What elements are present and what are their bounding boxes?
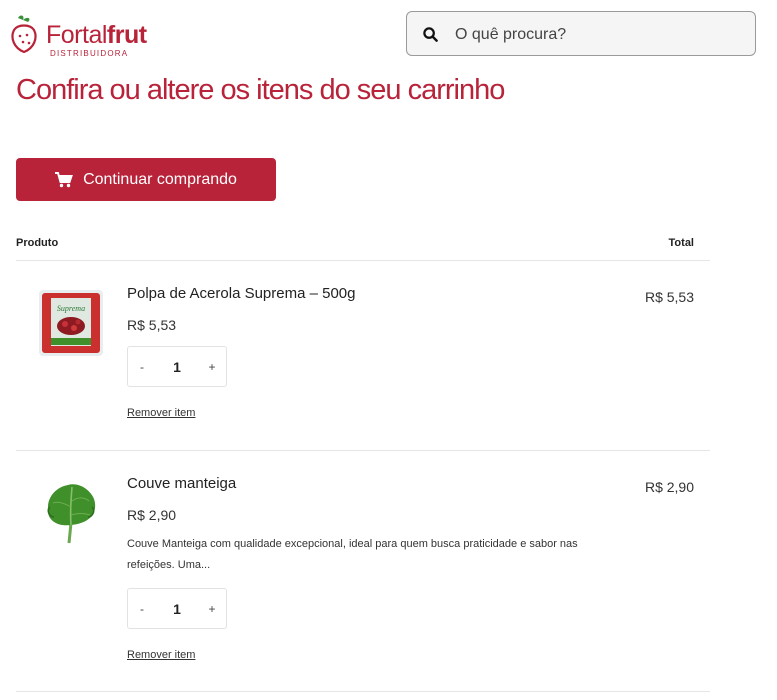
increase-quantity-button[interactable]: + bbox=[198, 360, 226, 374]
quantity-value[interactable]: 1 bbox=[156, 359, 198, 375]
increase-quantity-button[interactable]: + bbox=[198, 602, 226, 616]
product-image-acerola[interactable]: Suprema bbox=[36, 288, 106, 358]
logo-wordmark: Fortalfrut bbox=[46, 21, 147, 49]
product-line-total: R$ 5,53 bbox=[644, 289, 694, 305]
product-description: Couve Manteiga com qualidade excepcional… bbox=[127, 538, 578, 571]
column-header-product: Produto bbox=[16, 237, 59, 249]
item-divider bbox=[16, 691, 710, 692]
quantity-stepper: - 1 + bbox=[127, 588, 227, 629]
logo-subtitle: DISTRIBUIDORA bbox=[50, 49, 129, 58]
search-box[interactable] bbox=[406, 11, 756, 56]
product-unit-price: R$ 5,53 bbox=[127, 317, 177, 333]
product-image-couve[interactable] bbox=[36, 477, 106, 547]
continue-shopping-label: Continuar comprando bbox=[83, 170, 237, 188]
cart-icon bbox=[55, 171, 73, 187]
search-icon bbox=[423, 27, 438, 42]
fortalfrut-logo[interactable]: Fortalfrut DISTRIBUIDORA bbox=[8, 14, 168, 58]
search-input[interactable] bbox=[453, 22, 747, 48]
quantity-value[interactable]: 1 bbox=[156, 601, 198, 617]
package-brand-text: Suprema bbox=[57, 304, 85, 313]
strawberry-logo-icon bbox=[11, 15, 37, 54]
column-header-total: Total bbox=[668, 237, 694, 249]
product-unit-price: R$ 2,90 bbox=[127, 507, 177, 523]
remove-item-link[interactable]: Remover item bbox=[127, 649, 195, 661]
quantity-stepper: - 1 + bbox=[127, 346, 227, 387]
remove-item-link[interactable]: Remover item bbox=[127, 407, 195, 419]
cart-item: Couve manteiga R$ 2,90 R$ 2,90 Couve Man… bbox=[16, 451, 710, 691]
product-name[interactable]: Polpa de Acerola Suprema – 500g bbox=[127, 285, 356, 302]
page-title: Confira ou altere os itens do seu carrin… bbox=[16, 74, 505, 106]
decrease-quantity-button[interactable]: - bbox=[128, 360, 156, 374]
product-name[interactable]: Couve manteiga bbox=[127, 475, 236, 492]
decrease-quantity-button[interactable]: - bbox=[128, 602, 156, 616]
continue-shopping-button[interactable]: Continuar comprando bbox=[16, 158, 276, 201]
cart-item: Suprema Polpa de Acerola Suprema – 500g … bbox=[16, 261, 710, 450]
product-line-total: R$ 2,90 bbox=[644, 479, 694, 495]
